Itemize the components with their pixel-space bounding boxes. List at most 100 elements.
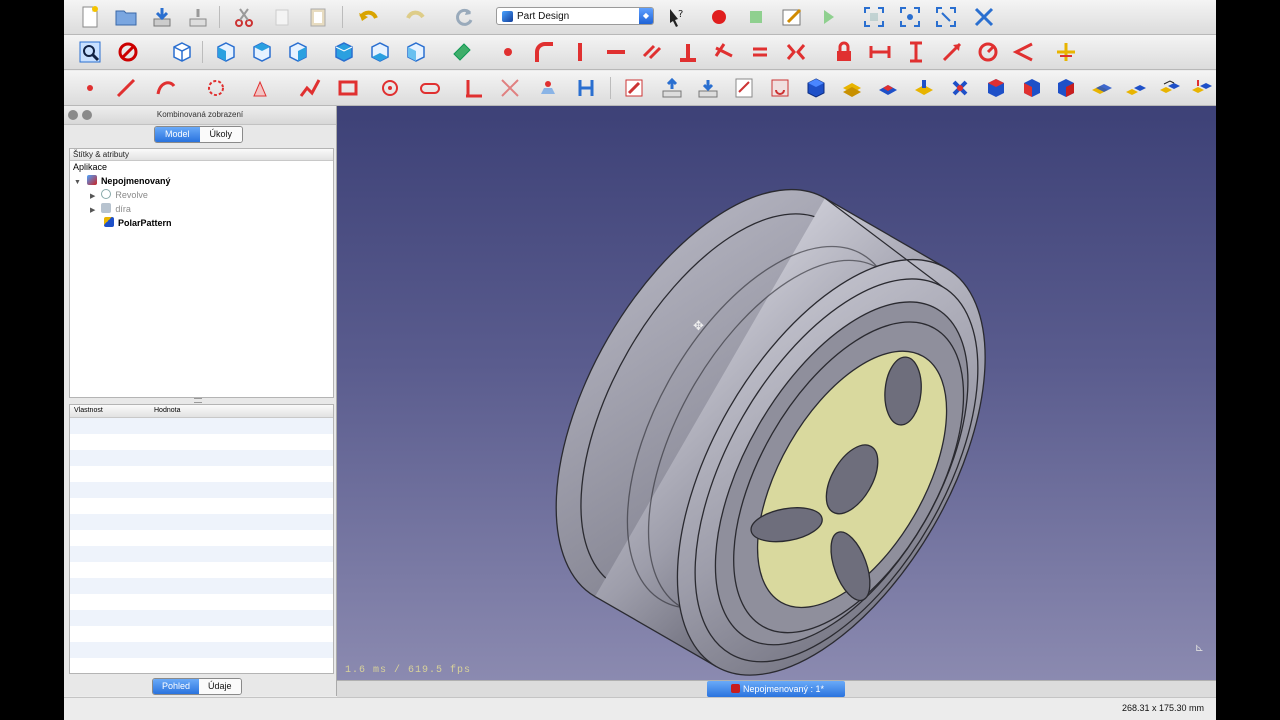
polar-pattern-icon[interactable]	[1158, 76, 1182, 100]
whats-this-icon[interactable]: ?	[664, 5, 688, 29]
view-front-icon[interactable]	[214, 40, 238, 64]
tree-item-document[interactable]: ▼ Nepojmenovaný	[74, 175, 170, 188]
view-axonometric-icon[interactable]	[170, 40, 194, 64]
tab-data[interactable]: Údaje	[199, 679, 241, 694]
constrain-horizontal-icon[interactable]	[604, 40, 628, 64]
view-bottom-icon[interactable]	[368, 40, 392, 64]
constrain-angle-icon[interactable]	[1012, 40, 1036, 64]
constrain-parallel-icon[interactable]	[640, 40, 664, 64]
paste-icon[interactable]	[306, 5, 330, 29]
copy-icon[interactable]	[270, 5, 294, 29]
sketch-point-icon[interactable]	[78, 76, 102, 100]
3d-viewport[interactable]: ✥ ⊾ 1.6 ms / 619.5 fps	[337, 106, 1216, 680]
linear-pattern-icon[interactable]	[1124, 76, 1148, 100]
draw-style-icon[interactable]	[116, 40, 140, 64]
new-document-icon[interactable]	[78, 5, 102, 29]
sketch-polyline-icon[interactable]	[298, 76, 322, 100]
constrain-distance-icon[interactable]	[940, 40, 964, 64]
groove-icon[interactable]	[912, 76, 936, 100]
constrain-radius-icon[interactable]	[976, 40, 1000, 64]
fillet-icon[interactable]	[984, 76, 1008, 100]
edit-macro-icon[interactable]	[780, 5, 804, 29]
reorient-sketch-icon[interactable]	[768, 76, 792, 100]
constrain-horizontal-distance-icon[interactable]	[868, 40, 892, 64]
save-as-icon[interactable]	[186, 5, 210, 29]
property-column-name: Vlastnost	[74, 407, 103, 414]
refresh-icon[interactable]	[452, 5, 476, 29]
mirrored-icon[interactable]	[1090, 76, 1114, 100]
toggle-construction-icon[interactable]	[1054, 40, 1078, 64]
constrain-perpendicular-icon[interactable]	[676, 40, 700, 64]
run-macro-icon[interactable]	[816, 5, 840, 29]
open-document-icon[interactable]	[114, 5, 138, 29]
zoom-fit-icon[interactable]	[78, 40, 102, 64]
constrain-lock-icon[interactable]	[832, 40, 856, 64]
constrain-vertical-icon[interactable]	[568, 40, 592, 64]
workbench-selector[interactable]: Part Design ◆	[496, 7, 654, 25]
close-panel-icon[interactable]	[68, 110, 78, 120]
view-fit-icon[interactable]	[862, 5, 886, 29]
view-fit-selection-icon[interactable]	[898, 5, 922, 29]
view-right-icon[interactable]	[286, 40, 310, 64]
sketch-slot-icon[interactable]	[418, 76, 442, 100]
tree-item-revolve[interactable]: ▶ Revolve	[90, 189, 148, 202]
tab-model[interactable]: Model	[155, 127, 200, 142]
splitter-handle[interactable]	[194, 398, 202, 403]
tree-item-pocket[interactable]: ▶ díra	[90, 203, 131, 216]
view-left-icon[interactable]	[404, 40, 428, 64]
box-zoom-icon[interactable]	[934, 5, 958, 29]
leave-sketch-icon[interactable]	[660, 76, 684, 100]
tree-item-application[interactable]: Aplikace	[73, 161, 107, 174]
constrain-symmetric-icon[interactable]	[784, 40, 808, 64]
sketch-validate-icon[interactable]	[574, 76, 598, 100]
sketch-circle-icon[interactable]	[204, 76, 228, 100]
pad-sketch-icon[interactable]	[840, 76, 864, 100]
tree-item-label: Aplikace	[73, 162, 108, 172]
save-document-icon[interactable]	[150, 5, 174, 29]
collapse-arrow-icon[interactable]: ▶	[90, 193, 95, 200]
combo-view-panel: Kombinovaná zobrazení Model Úkoly Štítky…	[64, 106, 337, 696]
svg-text:?: ?	[678, 9, 683, 20]
view-rear-icon[interactable]	[332, 40, 356, 64]
tree-item-polar-pattern[interactable]: PolarPattern	[104, 217, 172, 230]
sketch-carbon-copy-icon[interactable]	[536, 76, 560, 100]
tab-tasks[interactable]: Úkoly	[199, 127, 243, 142]
pocket-icon[interactable]	[876, 76, 900, 100]
view-dimensions: 268.31 x 175.30 mm	[1121, 703, 1204, 713]
redo-icon[interactable]	[404, 5, 428, 29]
sketch-external-icon[interactable]	[498, 76, 522, 100]
draft-icon[interactable]	[1054, 76, 1078, 100]
property-column-value: Hodnota	[154, 407, 181, 414]
collapse-arrow-icon[interactable]: ▶	[90, 207, 95, 214]
constrain-tangent-icon[interactable]	[712, 40, 736, 64]
tab-document[interactable]: Nepojmenovaný : 1*	[707, 681, 845, 697]
undo-icon[interactable]	[356, 5, 380, 29]
record-macro-icon[interactable]	[707, 5, 731, 29]
view-top-icon[interactable]	[250, 40, 274, 64]
view-sketch-icon[interactable]	[696, 76, 720, 100]
sketch-fillet-icon[interactable]	[532, 40, 556, 64]
new-sketch-icon[interactable]	[622, 76, 646, 100]
constrain-equal-icon[interactable]	[748, 40, 772, 64]
wheel-model[interactable]	[337, 106, 1216, 680]
sketch-arc-icon[interactable]	[154, 76, 178, 100]
sketch-polygon-icon[interactable]	[378, 76, 402, 100]
constrain-vertical-distance-icon[interactable]	[904, 40, 928, 64]
sketch-conic-icon[interactable]	[250, 76, 274, 100]
map-sketch-icon[interactable]	[732, 76, 756, 100]
chamfer-icon[interactable]	[1020, 76, 1044, 100]
revolution-icon[interactable]	[948, 76, 972, 100]
tab-view[interactable]: Pohled	[153, 679, 200, 694]
sketch-rectangle-icon[interactable]	[336, 76, 360, 100]
cut-icon[interactable]	[232, 5, 256, 29]
expand-arrow-icon[interactable]: ▼	[74, 179, 81, 186]
sketch-line-icon[interactable]	[114, 76, 138, 100]
multi-transform-icon[interactable]	[1190, 76, 1214, 100]
pad-icon[interactable]	[804, 76, 828, 100]
sketch-trim-icon[interactable]	[462, 76, 486, 100]
sketch-point-icon[interactable]	[496, 40, 520, 64]
measure-clear-icon[interactable]	[972, 5, 996, 29]
stop-macro-icon[interactable]	[744, 5, 768, 29]
float-panel-icon[interactable]	[82, 110, 92, 120]
measure-icon[interactable]	[450, 40, 474, 64]
